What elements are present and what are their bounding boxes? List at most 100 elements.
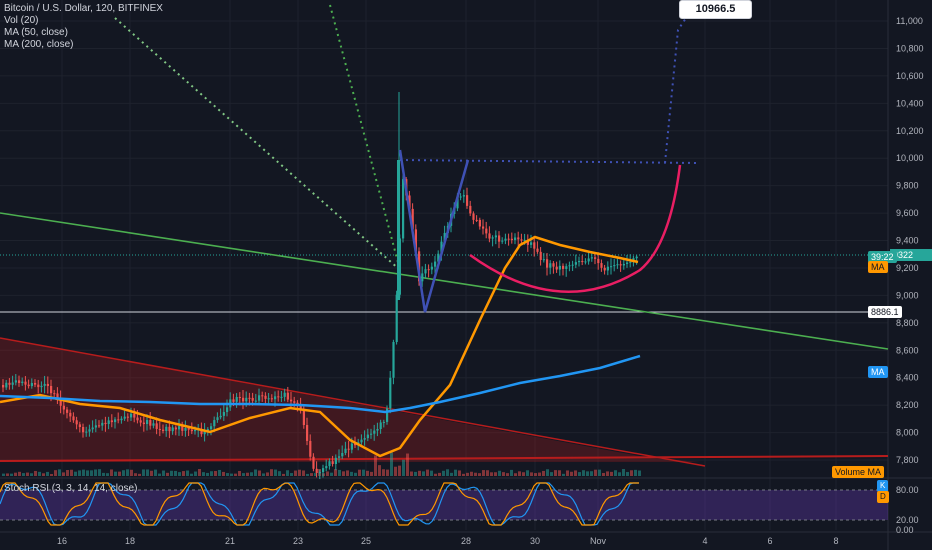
candle-body [95,425,97,427]
candle-body [309,441,311,457]
candle-body [552,263,554,266]
volume-bar [146,470,149,476]
volume-bar [98,469,101,476]
volume-bar [634,470,637,476]
candle-body [5,383,7,388]
candle-body [165,427,167,431]
candle-body [133,414,135,418]
candle-body [213,420,215,426]
volume-bar [610,472,613,476]
volume-bar [402,460,405,476]
volume-bar [262,473,265,476]
volume-bar [126,469,129,476]
y-tick-label: 8,200 [896,400,919,410]
candle-body [264,396,266,399]
volume-bar [38,472,41,476]
volume-bar [526,470,529,476]
volume-bar [394,467,397,476]
candle-body [312,457,314,469]
candle-body [53,393,55,394]
candle-body [268,398,270,399]
candle-body [194,430,196,431]
spike-candle [397,160,400,300]
candle-body [610,266,612,267]
candle-body [181,426,183,431]
candle-body [581,261,583,262]
candle-body [72,416,74,420]
candle-body [600,263,602,268]
symbol-title: Bitcoin / U.S. Dollar, 120, BITFINEX [4,3,163,15]
volume-bar [350,472,353,476]
volume-bar [622,469,625,476]
volume-bar [582,470,585,476]
volume-bar [478,473,481,476]
x-tick-label: 18 [125,536,135,546]
volume-bar [94,469,97,476]
y-tick-label: 9,200 [896,263,919,273]
candle-body [2,385,4,387]
volume-bar [458,470,461,476]
stoch-y-label: 0.00 [896,525,914,535]
volume-bar [158,474,161,476]
volume-bar [530,472,533,476]
candle-body [332,461,334,464]
candle-body [629,262,631,263]
candle-body [543,259,545,260]
volume-bar [274,470,277,476]
candle-body [380,422,382,429]
candle-body [514,237,516,240]
volume-bar [294,471,297,476]
volume-bar [150,471,153,476]
candle-body [594,257,596,259]
candle-body [463,195,465,196]
ma200-indicator-label[interactable]: MA (200, close) [4,39,163,51]
candle-body [8,383,10,385]
candle-body [248,398,250,399]
volume-indicator-label[interactable]: Vol (20) [4,15,163,27]
candle-body [636,257,638,259]
candle-body [572,265,574,266]
volume-bar [398,466,401,476]
volume-bar [90,470,93,476]
stoch-rsi-label[interactable]: Stoch RSI (3, 3, 14, 14, close) [4,483,137,494]
volume-bar [454,470,457,476]
volume-bar [86,470,89,476]
x-tick-label: 4 [702,536,707,546]
candle-body [111,420,113,422]
volume-bar [338,470,341,476]
volume-bar [590,471,593,476]
volume-bar [302,470,305,476]
volume-bar [78,470,81,476]
y-tick-label: 9,000 [896,290,919,300]
x-tick-label: 25 [361,536,371,546]
candle-body [476,220,478,221]
volume-bar [494,472,497,476]
candle-body [546,259,548,267]
chart-svg[interactable]: 11,000 10,800 10,600 10,400 10,200 10,000 9,80… [0,0,932,550]
volume-bar [246,473,249,476]
candle-body [143,423,145,424]
volume-bar [498,471,501,476]
candle-body [424,269,426,273]
volume-bar [538,473,541,476]
volume-bar [598,470,601,476]
candle-body [396,295,398,342]
candle-body [18,380,20,383]
stoch-d-button[interactable]: D [877,491,889,503]
candle-body [351,444,353,450]
volume-bar [26,473,29,476]
volume-bar [270,469,273,476]
ma50-indicator-label[interactable]: MA (50, close) [4,27,163,39]
volume-bar [286,470,289,476]
volume-bar [382,469,385,476]
candle-body [325,466,327,468]
candle-body [124,417,126,419]
volume-bar [202,472,205,476]
target-price-callout: 10966.5 [679,0,752,19]
candle-body [290,400,292,402]
volume-bar [470,472,473,476]
volume-bar [506,473,509,476]
volume-bar [422,471,425,476]
volume-bar [142,469,145,476]
volume-bar [18,472,21,476]
